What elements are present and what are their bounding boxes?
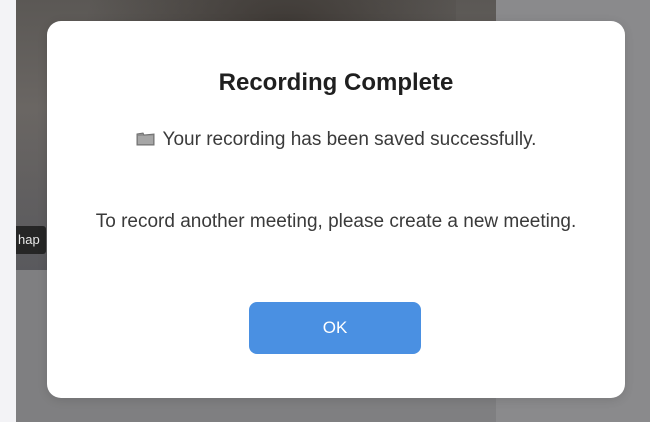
ok-button[interactable]: OK [249,302,421,354]
dialog-title: Recording Complete [218,69,454,96]
folder-icon [136,132,155,146]
saved-message: Your recording has been saved successful… [87,125,585,155]
info-message: To record another meeting, please create… [95,211,577,232]
recording-complete-dialog: Recording Complete Your recording has be… [47,21,625,398]
participant-name-tag: hap [16,226,46,254]
saved-message-text: Your recording has been saved successful… [162,129,537,150]
